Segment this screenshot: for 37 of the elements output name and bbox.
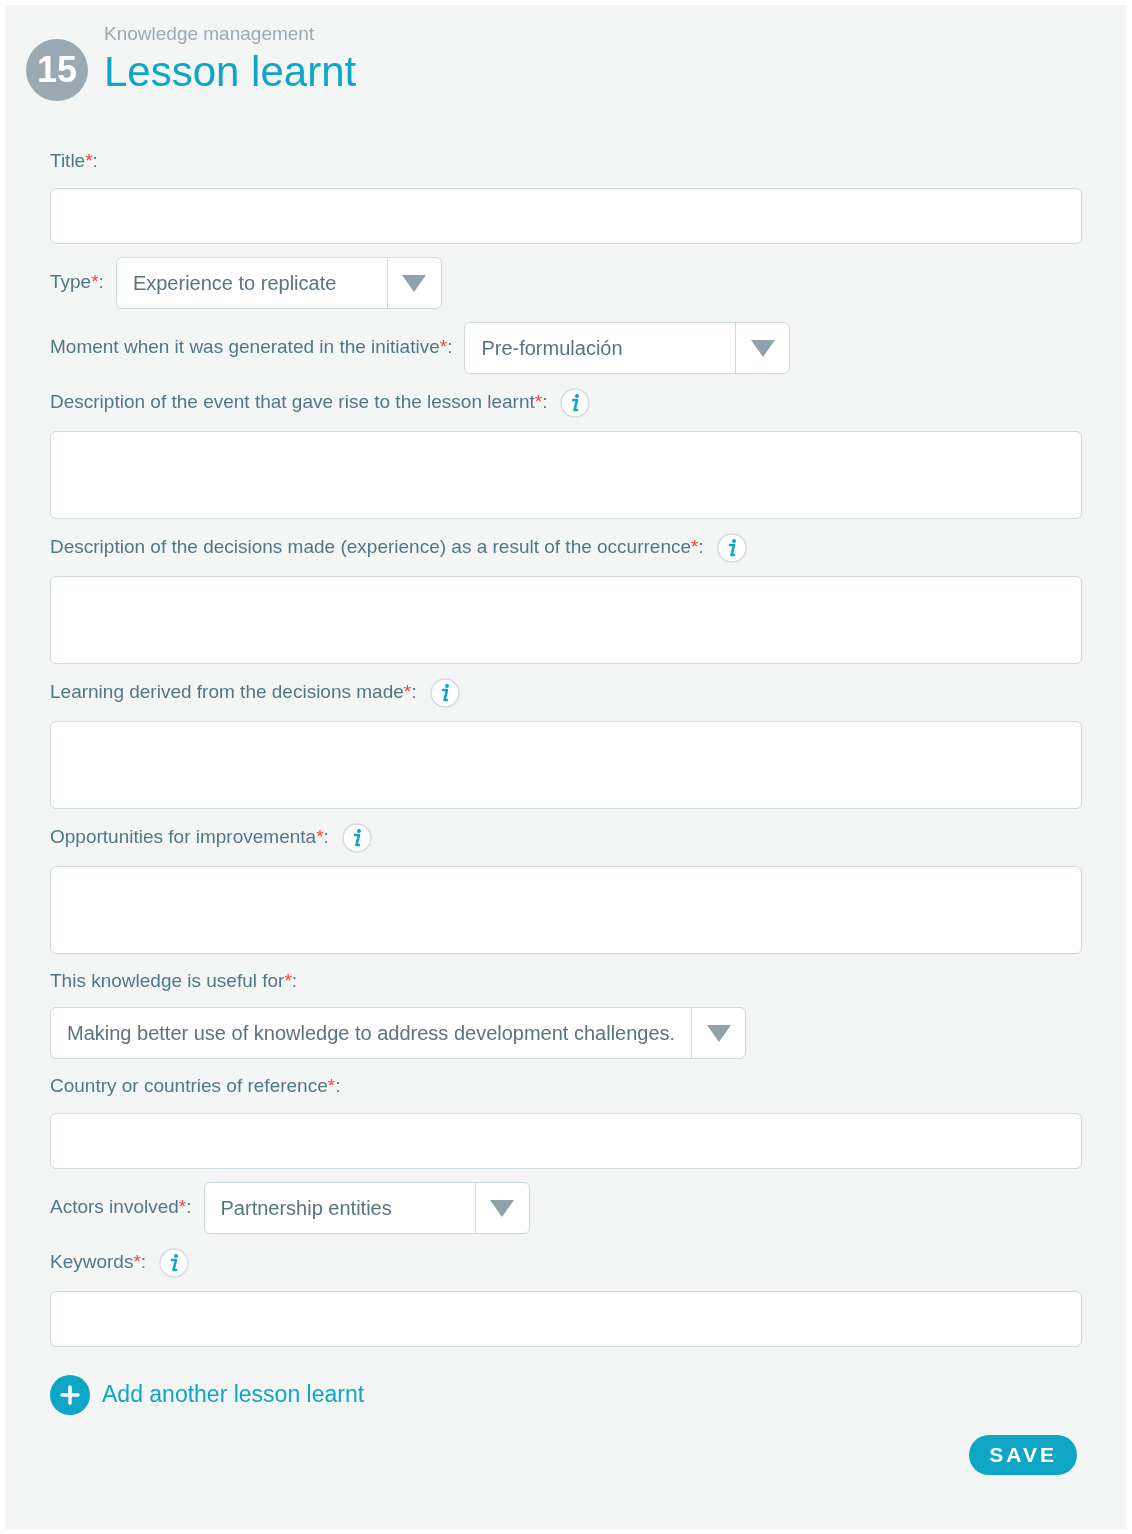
caret-icon <box>401 272 428 293</box>
text-field[interactable] <box>50 1112 1082 1169</box>
add-lesson-link[interactable]: Add another lesson learnt <box>102 1377 365 1412</box>
step-badge: 15 <box>26 39 88 101</box>
text-area[interactable] <box>50 430 1082 519</box>
info-icon[interactable] <box>715 531 748 564</box>
dropdown-select[interactable]: Experience to replicate <box>115 256 442 309</box>
text-field[interactable] <box>50 187 1082 244</box>
info-icon[interactable] <box>158 1246 191 1279</box>
field-label: Actors involved*: <box>50 1195 192 1220</box>
field-label: Keywords*: <box>50 1250 147 1275</box>
text-area[interactable] <box>50 865 1082 954</box>
section-name: Knowledge management <box>104 21 316 46</box>
page-title: Lesson learnt <box>104 48 357 97</box>
add-icon[interactable] <box>50 1374 90 1415</box>
field-label: This knowledge is useful for*: <box>50 968 298 993</box>
field-label: Moment when it was generated in the initiative*: <box>50 335 453 360</box>
save-button[interactable]: SAVE <box>969 1434 1077 1475</box>
info-icon[interactable] <box>340 821 373 854</box>
field-label: Description of the event that gave rise to the lesson learnt*: <box>50 390 548 415</box>
dropdown-select[interactable]: Partnership entities <box>203 1181 530 1234</box>
dropdown-select[interactable]: Making better use of knowledge to address development challenges. <box>50 1007 747 1059</box>
field-label: Description of the decisions made (experience) as a result of the occurrence*: <box>50 535 704 560</box>
dropdown-select[interactable]: Pre-formulación <box>464 321 791 374</box>
field-label: Country or countries of reference*: <box>50 1074 341 1098</box>
info-icon[interactable] <box>428 676 461 709</box>
field-label: Title*: <box>50 149 98 173</box>
caret-icon <box>705 1023 732 1043</box>
text-area[interactable] <box>50 720 1082 809</box>
text-field[interactable] <box>50 1290 1082 1347</box>
field-label: Type*: <box>50 270 104 295</box>
caret-icon <box>489 1197 516 1218</box>
caret-icon <box>749 337 776 358</box>
text-area[interactable] <box>50 575 1082 664</box>
field-label: Learning derived from the decisions made*: <box>50 680 417 705</box>
info-icon[interactable] <box>559 386 592 419</box>
field-label: Opportunities for improvementa*: <box>50 825 329 850</box>
